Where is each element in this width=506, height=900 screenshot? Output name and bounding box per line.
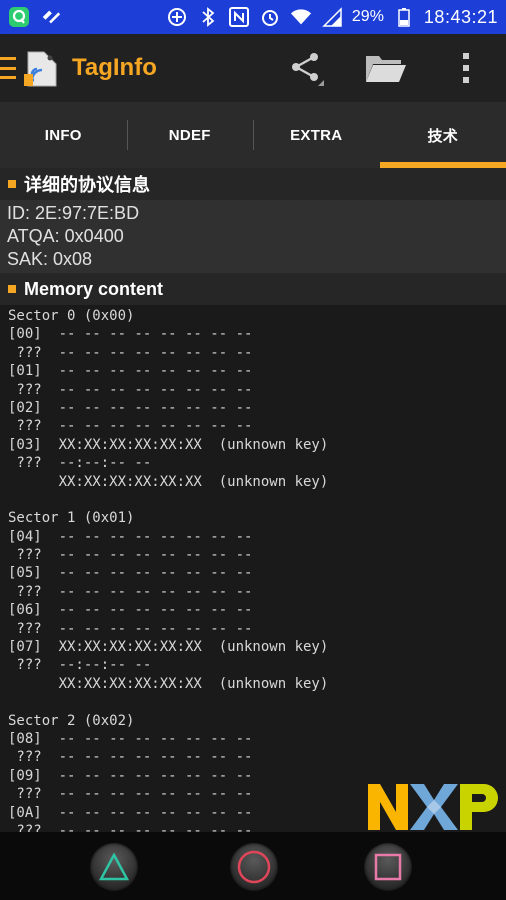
tab-info[interactable]: INFO [0,102,127,168]
memory-line: [05] -- -- -- -- -- -- -- -- [8,565,253,582]
signal-icon [321,6,343,28]
memory-line: ??? -- -- -- -- -- -- -- -- [8,381,253,398]
memory-line: [02] -- -- -- -- -- -- -- -- [8,399,253,416]
memory-line: [07] XX:XX:XX:XX:XX:XX (unknown key) [8,639,329,656]
tab-extra[interactable]: EXTRA [253,102,380,168]
share-button[interactable] [266,34,346,102]
tech-content[interactable]: 详细的协议信息 ID: 2E:97:7E:BD ATQA: 0x0400 SAK… [0,168,506,832]
tab-bar: INFO NDEF EXTRA 技术 [0,102,506,168]
open-folder-button[interactable] [346,34,426,102]
memory-line: ??? -- -- -- -- -- -- -- -- [8,547,253,564]
section-bullet-icon [8,285,16,293]
status-bar: 29% 18:43:21 [0,0,506,34]
memory-line: ??? --:--:-- -- [8,455,152,472]
app-notification-icon [8,6,30,28]
memory-line [8,693,506,711]
back-button[interactable] [90,843,138,891]
alarm-icon [259,6,281,28]
tab-ndef[interactable]: NDEF [126,102,254,168]
memory-section-title: Memory content [24,278,164,299]
protocol-section-header: 详细的协议信息 [0,168,506,200]
section-bullet-icon [8,180,16,188]
memory-dump: Sector 0 (0x00) [00] -- -- -- -- -- -- --… [0,305,506,832]
tag-atqa: ATQA: 0x0400 [7,226,124,246]
bluetooth-icon [197,6,219,28]
memory-line: Sector 0 (0x00) [8,308,135,324]
tag-id: ID: 2E:97:7E:BD [7,203,140,223]
memory-line: [03] XX:XX:XX:XX:XX:XX (unknown key) [8,436,329,453]
tag-sak: SAK: 0x08 [7,249,93,269]
memory-line: ??? -- -- -- -- -- -- -- -- [8,749,253,766]
protocol-section-title: 详细的协议信息 [24,175,150,195]
memory-line: XX:XX:XX:XX:XX:XX (unknown key) [8,473,329,490]
taginfo-logo-icon [24,51,57,87]
memory-line: [00] -- -- -- -- -- -- -- -- [8,326,253,343]
memory-line: ??? -- -- -- -- -- -- -- -- [8,418,253,435]
memory-line: [06] -- -- -- -- -- -- -- -- [8,602,253,619]
app-title: TagInfo [72,54,157,81]
recents-button[interactable] [364,843,412,891]
tab-tech[interactable]: 技术 [379,102,506,168]
clock: 18:43:21 [423,6,498,27]
nfc-icon [228,6,250,28]
memory-section-header: Memory content [0,273,506,305]
navigation-bar [0,832,506,900]
tools-notification-icon [40,6,62,28]
memory-line: [04] -- -- -- -- -- -- -- -- [8,528,253,545]
memory-line: ??? -- -- -- -- -- -- -- -- [8,344,253,361]
battery-icon [393,6,415,28]
protocol-info: ID: 2E:97:7E:BD ATQA: 0x0400 SAK: 0x08 [0,200,506,273]
wifi-icon [290,6,312,28]
memory-line: [01] -- -- -- -- -- -- -- -- [8,363,253,380]
memory-line: XX:XX:XX:XX:XX:XX (unknown key) [8,675,329,692]
square-icon [374,853,402,881]
folder-icon [366,56,406,82]
data-saver-icon [166,6,188,28]
triangle-icon [99,853,129,881]
circle-icon [237,850,271,884]
hamburger-menu-icon[interactable] [0,57,16,79]
battery-percent: 29% [351,8,384,25]
memory-line: Sector 1 (0x01) [8,510,135,527]
memory-line: [08] -- -- -- -- -- -- -- -- [8,730,253,747]
overflow-menu-button[interactable] [426,34,506,102]
memory-line: ??? -- -- -- -- -- -- -- -- [8,620,253,637]
memory-line [8,491,506,509]
more-vert-icon [463,53,469,83]
memory-line: ??? -- -- -- -- -- -- -- -- [8,583,253,600]
nxp-logo [368,784,498,830]
home-button[interactable] [230,843,278,891]
memory-line: Sector 2 (0x02) [8,712,135,729]
share-icon [292,53,324,86]
app-bar: TagInfo [0,34,506,102]
memory-line: ??? --:--:-- -- [8,657,152,674]
